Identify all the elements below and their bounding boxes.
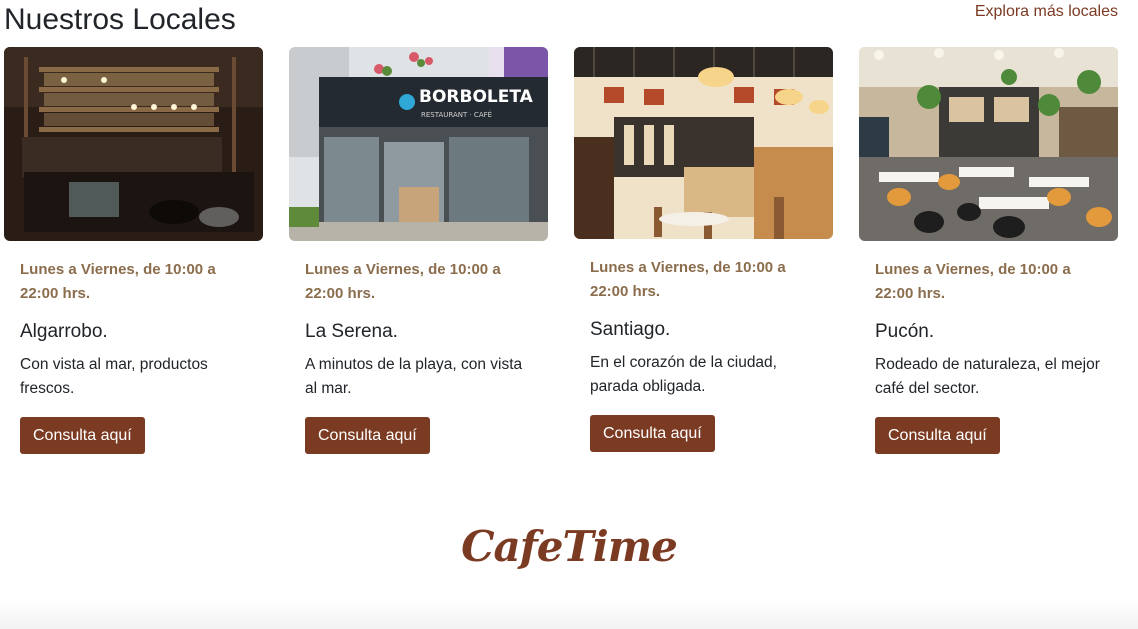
consult-button-pucon[interactable]: Consulta aquí — [875, 417, 1000, 454]
consult-button-la-serena[interactable]: Consulta aquí — [305, 417, 430, 454]
location-name: Santiago. — [590, 319, 671, 340]
location-name: Pucón. — [875, 321, 935, 342]
location-description: Rodeado de naturaleza, el mejor café del… — [875, 356, 1100, 397]
location-photo — [859, 47, 1118, 241]
page-title: Nuestros Locales — [4, 3, 236, 36]
location-photo: BORBOLETA RESTAURANT · CAFÉ — [289, 47, 548, 241]
location-name: Algarrobo. — [20, 321, 108, 342]
location-name: La Serena. — [305, 321, 398, 342]
consult-button-algarrobo[interactable]: Consulta aquí — [20, 417, 145, 454]
explore-more-link[interactable]: Explora más locales — [975, 3, 1118, 21]
location-hours: Lunes a Viernes, de 10:00 a 22:00 hrs. — [20, 261, 216, 302]
location-card-santiago: Lunes a Viernes, de 10:00 a 22:00 hrs. S… — [574, 47, 833, 452]
location-description: En el corazón de la ciudad, parada oblig… — [590, 354, 777, 395]
location-card-la-serena: BORBOLETA RESTAURANT · CAFÉ Lunes a Vier… — [289, 47, 548, 454]
location-card-algarrobo: Lunes a Viernes, de 10:00 a 22:00 hrs. A… — [4, 47, 263, 454]
storefront-subsign: RESTAURANT · CAFÉ — [421, 110, 492, 119]
brand-logo: CafeTime — [461, 522, 678, 571]
consult-button-santiago[interactable]: Consulta aquí — [590, 415, 715, 452]
location-description: A minutos de la playa, con vista al mar. — [305, 356, 523, 397]
location-hours: Lunes a Viernes, de 10:00 a 22:00 hrs. — [590, 259, 786, 300]
location-photo — [574, 47, 833, 239]
footer-divider — [0, 599, 1138, 629]
location-photo — [4, 47, 263, 241]
location-card-pucon: Lunes a Viernes, de 10:00 a 22:00 hrs. P… — [859, 47, 1118, 454]
location-description: Con vista al mar, productos frescos. — [20, 356, 208, 397]
location-hours: Lunes a Viernes, de 10:00 a 22:00 hrs. — [875, 261, 1071, 302]
location-hours: Lunes a Viernes, de 10:00 a 22:00 hrs. — [305, 261, 501, 302]
storefront-sign: BORBOLETA — [419, 87, 534, 107]
